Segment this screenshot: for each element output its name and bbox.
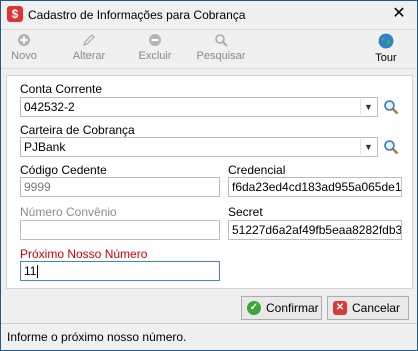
credencial-field[interactable]: f6da23ed4cd183ad955a065de13a [228,177,402,197]
cancelar-label: Cancelar [352,301,401,315]
pesquisar-button[interactable]: Pesquisar [194,33,248,67]
app-icon: $ [7,6,23,22]
alterar-label: Alterar [72,50,106,62]
window-title: Cadastro de Informações para Cobrança [28,8,246,22]
conta-corrente-select[interactable]: 042532-2 ▼ [20,97,378,117]
chevron-down-icon[interactable]: ▼ [360,99,376,115]
action-bar: ✓ Confirmar ✕ Cancelar [1,291,417,323]
globe-icon [378,33,394,49]
tour-button[interactable]: Tour [371,33,401,67]
excluir-button[interactable]: Excluir [136,33,174,67]
proximo-nosso-numero-value: 11 [24,264,37,278]
alterar-button[interactable]: Alterar [69,33,109,67]
carteira-select[interactable]: PJBank ▼ [20,137,378,157]
tour-label: Tour [375,52,397,64]
numero-convenio-label: Número Convênio [20,205,117,219]
conta-corrente-label: Conta Corrente [20,82,103,96]
conta-corrente-value: 042532-2 [24,100,75,114]
confirmar-button[interactable]: ✓ Confirmar [241,296,322,320]
codigo-cedente-field[interactable]: 9999 [20,177,220,197]
carteira-value: PJBank [24,140,66,154]
pesquisar-label: Pesquisar [196,50,246,62]
codigo-cedente-label: Código Cedente [20,163,107,177]
close-button[interactable]: ✕ [387,4,411,24]
status-bar: Informe o próximo nosso número. [1,323,417,350]
carteira-search-icon[interactable] [383,139,399,155]
plus-circle-icon [18,34,30,46]
novo-label: Novo [11,50,37,62]
chevron-down-icon[interactable]: ▼ [360,139,376,155]
magnifier-icon [215,34,228,47]
secret-label: Secret [228,205,263,219]
status-text: Informe o próximo nosso número. [7,330,187,344]
title-bar: $ Cadastro de Informações para Cobrança … [1,1,417,30]
secret-field[interactable]: 51227d6a2af49fb5eaa8282fdb3b1 [228,220,402,240]
proximo-nosso-numero-field[interactable]: 11 [20,261,220,281]
carteira-label: Carteira de Cobrança [20,123,135,137]
dialog-window: $ Cadastro de Informações para Cobrança … [0,0,418,351]
excluir-label: Excluir [138,50,172,62]
minus-circle-icon [149,34,161,46]
text-caret [37,265,39,279]
numero-convenio-field[interactable] [20,220,220,240]
pencil-icon [83,34,95,46]
confirmar-label: Confirmar [266,301,319,315]
cancel-x-icon: ✕ [333,301,347,315]
novo-button[interactable]: Novo [9,33,39,67]
check-icon: ✓ [247,301,261,315]
credencial-label: Credencial [228,163,286,177]
proximo-nosso-numero-label: Próximo Nosso Número [20,247,148,261]
conta-corrente-search-icon[interactable] [383,99,399,115]
form-panel: Conta Corrente 042532-2 ▼ Carteira de Co… [6,75,413,289]
cancelar-button[interactable]: ✕ Cancelar [327,296,409,320]
toolbar: Novo Alterar Excluir Pesquisar Tour [1,31,417,69]
